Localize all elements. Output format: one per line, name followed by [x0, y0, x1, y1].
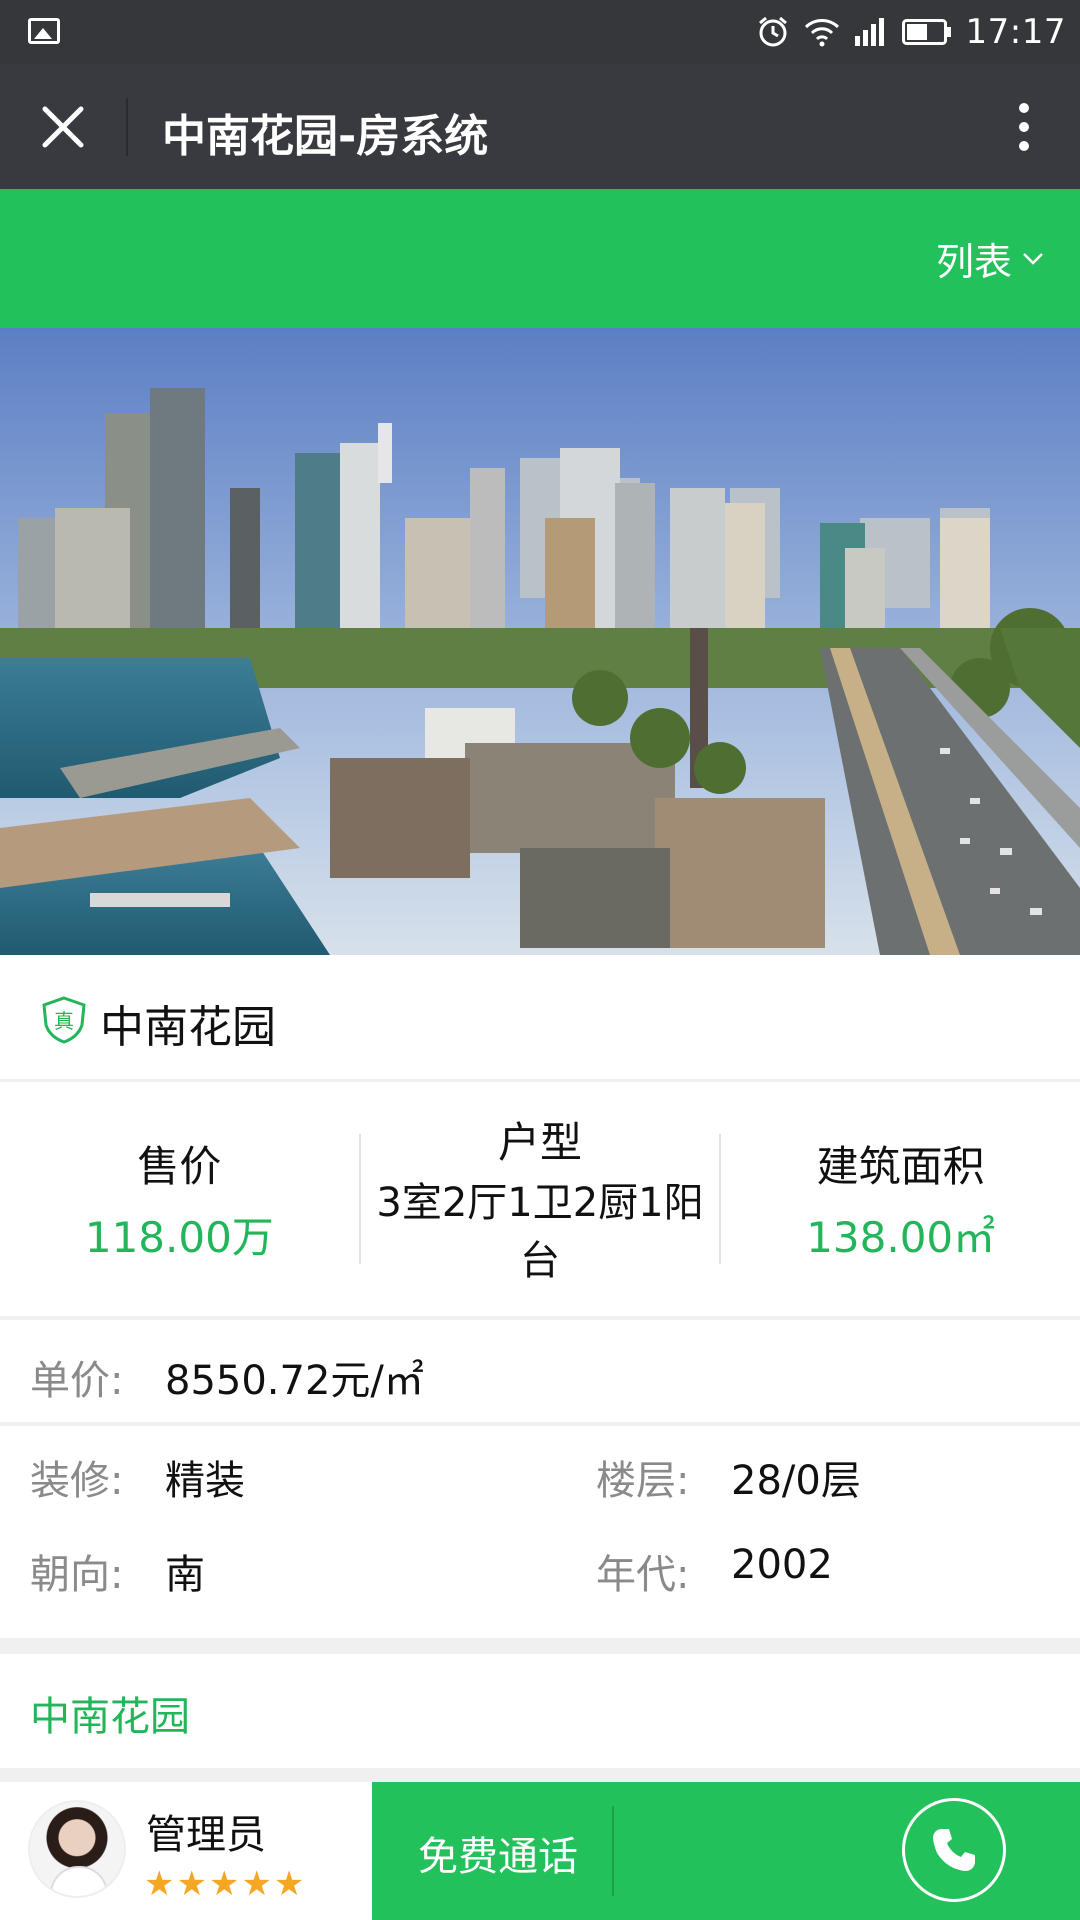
layout-label: 户型	[498, 1117, 583, 1167]
phone-call-button[interactable]	[902, 1798, 1006, 1902]
decoration-field: 装修: 精装	[30, 1448, 245, 1506]
image-icon	[28, 18, 60, 44]
close-button[interactable]	[28, 94, 98, 160]
key-stats: 售价 118.00万 户型 3室2厅1卫2厨1阳台 建筑面积 138.00㎡	[0, 1082, 1080, 1316]
call-divider	[612, 1806, 614, 1896]
price-stat: 售价 118.00万	[0, 1082, 359, 1316]
unit-price-field: 单价: 8550.72元/㎡	[30, 1348, 424, 1406]
area-value: 138.00㎡	[806, 1213, 996, 1262]
year-label: 年代:	[596, 1552, 690, 1598]
avatar	[28, 1800, 126, 1898]
phone-icon	[933, 1829, 975, 1871]
floor-value: 28/0层	[731, 1458, 861, 1504]
verified-shield-icon: 真	[42, 996, 86, 1044]
contact-bar: 管理员 ★★★★★ 免费通话	[0, 1782, 1080, 1920]
unit-price-row: 单价: 8550.72元/㎡	[0, 1320, 1080, 1422]
listing-name-row: 真 中南花园	[0, 955, 1080, 1079]
more-menu-button[interactable]	[994, 94, 1054, 160]
battery-icon	[901, 19, 951, 45]
year-value: 2002	[731, 1542, 833, 1588]
agent-rating-stars: ★★★★★	[144, 1864, 307, 1904]
floor-label: 楼层:	[596, 1458, 690, 1504]
status-icons: 17:17	[756, 10, 1066, 54]
orientation-field: 朝向: 南	[30, 1542, 205, 1600]
year-field: 年代: 2002	[596, 1542, 833, 1600]
title-divider	[126, 98, 128, 156]
price-value: 118.00万	[84, 1213, 274, 1262]
decoration-value: 精装	[165, 1458, 245, 1504]
city-skyline-image	[0, 328, 1080, 955]
price-label: 售价	[137, 1142, 222, 1191]
free-call-button[interactable]: 免费通话	[372, 1782, 1080, 1920]
detail-grid: 装修: 精装 楼层: 28/0层 朝向: 南 年代: 2002	[0, 1426, 1080, 1638]
decoration-label: 装修:	[30, 1458, 124, 1504]
floor-field: 楼层: 28/0层	[596, 1448, 861, 1506]
wifi-icon	[804, 19, 839, 47]
list-view-dropdown[interactable]: 列表	[936, 231, 1044, 286]
more-dot-icon	[1019, 141, 1029, 151]
estate-link[interactable]: 中南花园	[30, 1684, 190, 1742]
area-stat: 建筑面积 138.00㎡	[721, 1082, 1080, 1316]
estate-link-row: 中南花园	[0, 1654, 1080, 1768]
page-title: 中南花园-房系统	[162, 111, 489, 162]
agent-card[interactable]: 管理员 ★★★★★	[0, 1782, 372, 1920]
orientation-value: 南	[165, 1552, 205, 1598]
svg-text:真: 真	[54, 1009, 74, 1033]
agent-name: 管理员	[146, 1812, 266, 1858]
area-label: 建筑面积	[816, 1142, 985, 1191]
list-view-label: 列表	[935, 240, 1012, 284]
alarm-icon	[758, 16, 787, 47]
close-icon	[42, 106, 84, 148]
orientation-label: 朝向:	[30, 1552, 124, 1598]
chevron-down-icon	[1023, 252, 1043, 265]
filter-bar: 列表	[0, 189, 1080, 328]
property-photo[interactable]	[0, 328, 1080, 955]
layout-stat: 户型 3室2厅1卫2厨1阳台	[361, 1082, 720, 1316]
listing-title: 中南花园	[100, 1002, 276, 1053]
free-call-label: 免费通话	[418, 1834, 578, 1880]
status-bar: 17:17	[0, 0, 1080, 64]
title-bar: 中南花园-房系统	[0, 64, 1080, 189]
more-dot-icon	[1019, 122, 1029, 132]
unit-price-label: 单价:	[30, 1358, 124, 1404]
layout-value: 3室2厅1卫2厨1阳台	[376, 1179, 704, 1284]
more-dot-icon	[1019, 103, 1029, 113]
signal-icon	[854, 18, 884, 46]
unit-price-value: 8550.72元/㎡	[165, 1358, 424, 1404]
status-time: 17:17	[965, 12, 1066, 52]
